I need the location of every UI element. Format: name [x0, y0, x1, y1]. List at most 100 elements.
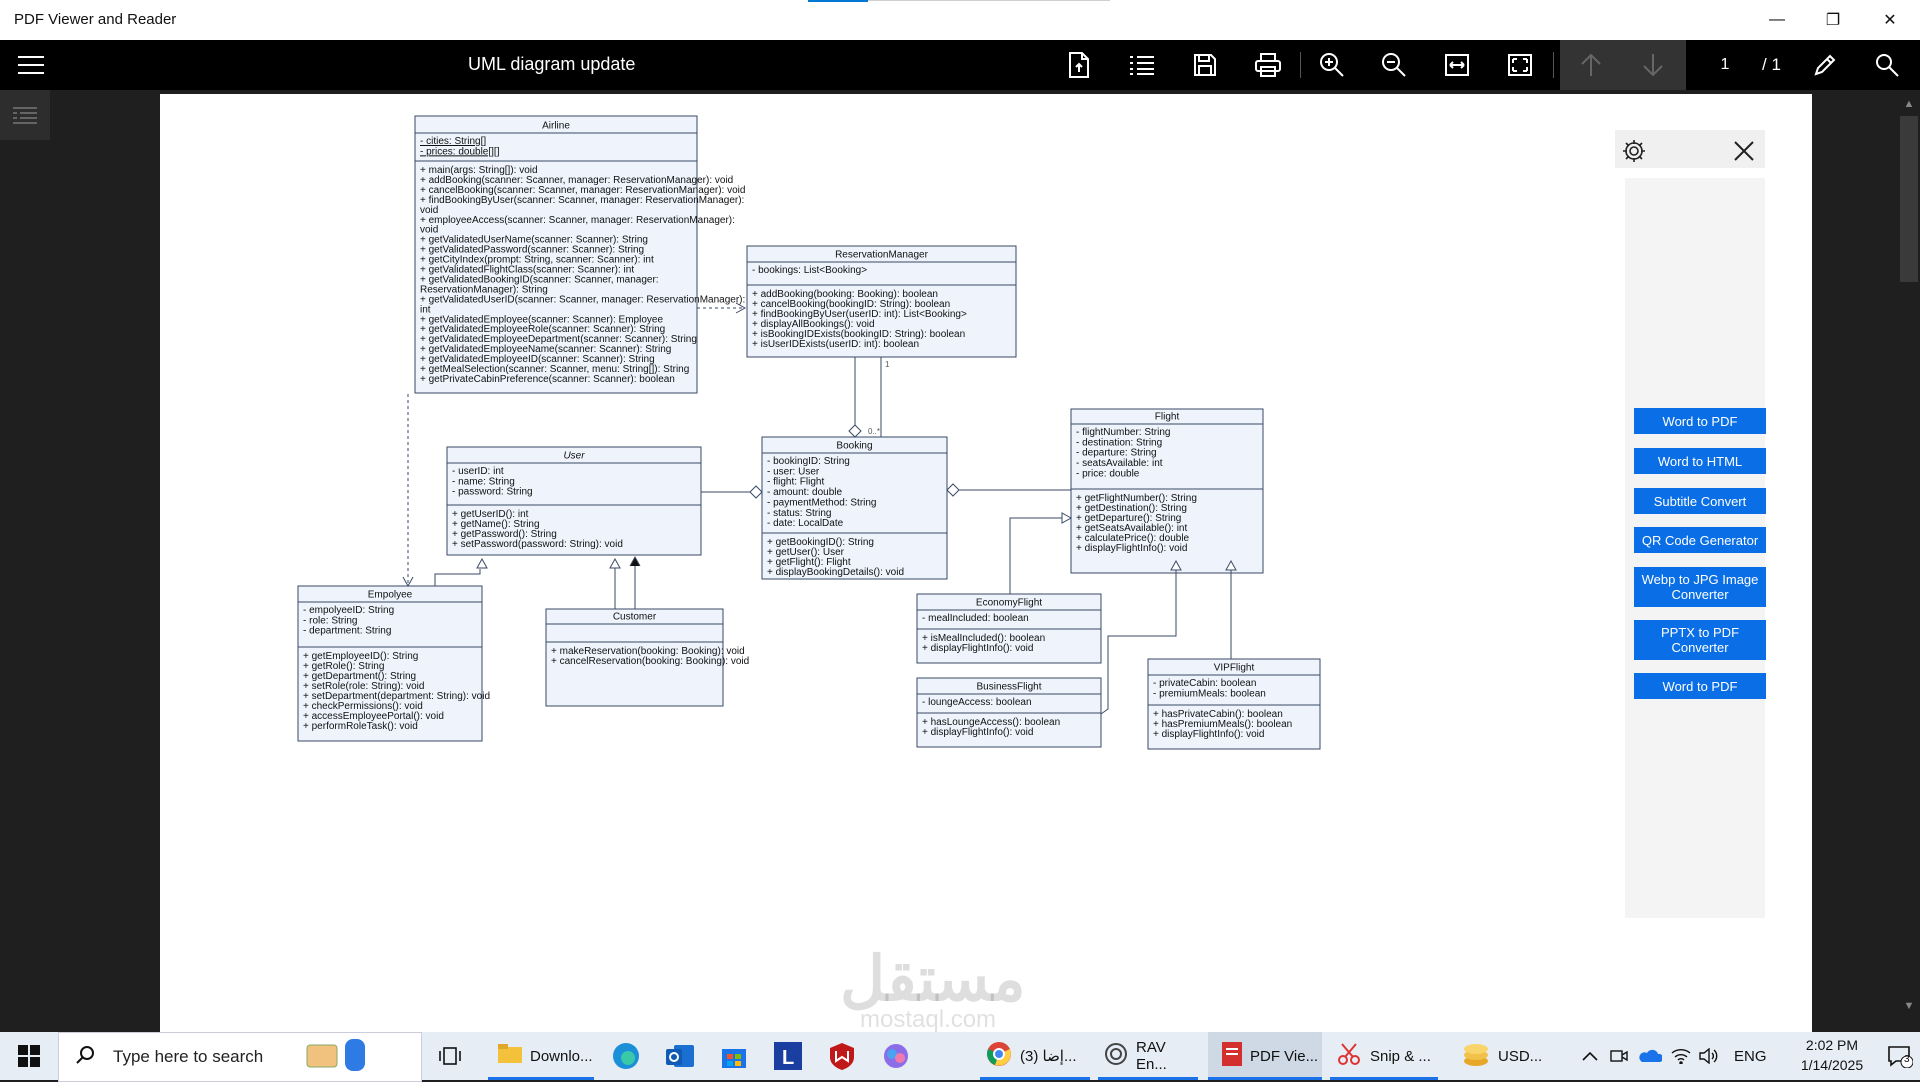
meet-now-icon[interactable] — [1606, 1032, 1632, 1080]
page-number-input[interactable]: 1 — [1690, 40, 1760, 90]
save-icon[interactable] — [1180, 40, 1230, 90]
uml-attribute: - bookings: List<Booking> — [752, 265, 867, 276]
taskbar-item-label: PDF Vie... — [1250, 1047, 1319, 1065]
uml-method: + displayBookingDetails(): void — [767, 567, 904, 578]
title-accent — [808, 0, 868, 2]
window-title: PDF Viewer and Reader — [14, 11, 177, 28]
separator — [1300, 52, 1301, 78]
notification-count: 3 — [1904, 1054, 1910, 1065]
uml-attribute: - empolyeeID: String — [303, 605, 394, 616]
clock-date: 1/14/2025 — [1800, 1057, 1864, 1073]
wifi-icon[interactable] — [1668, 1032, 1694, 1080]
taskbar-rav[interactable]: RAV En... — [1098, 1032, 1198, 1080]
outlook-icon[interactable] — [658, 1032, 702, 1080]
search-icon[interactable] — [1862, 40, 1912, 90]
uml-attribute: - cities: String[] — [420, 136, 486, 147]
taskbar: Type here to search Downlo... L (3) إضا.… — [0, 1032, 1920, 1082]
generalization-arrow — [1061, 512, 1073, 524]
multiplicity-many: 0..* — [868, 427, 880, 436]
copilot-icon[interactable] — [874, 1032, 918, 1080]
qr-code-generator-button[interactable]: QR Code Generator — [1634, 527, 1766, 553]
edge-icon[interactable] — [604, 1032, 648, 1080]
uml-attribute: - user: User — [767, 466, 820, 477]
uml-attribute: - price: double — [1076, 468, 1140, 479]
minimize-button[interactable]: — — [1750, 0, 1804, 40]
clock[interactable]: 2:02 PM 1/14/2025 — [1784, 1035, 1880, 1075]
maximize-button[interactable]: ❐ — [1806, 0, 1860, 40]
uml-method: + displayFlightInfo(): void — [922, 643, 1033, 654]
taskbar-file-explorer[interactable]: Downlo... — [488, 1032, 594, 1080]
generalization-economy-flight — [1009, 517, 1062, 594]
pen-icon[interactable] — [1800, 40, 1850, 90]
search-icon — [75, 1045, 95, 1070]
subtitle-convert-button[interactable]: Subtitle Convert — [1634, 488, 1766, 514]
taskbar-item-label: (3) إضا... — [1020, 1048, 1077, 1065]
aggregation-diamond — [749, 485, 763, 499]
uml-diagram: Airline - cities: String[]- prices: doubl… — [297, 115, 1321, 750]
uml-attribute: - seatsAvailable: int — [1076, 458, 1163, 469]
mcafee-icon[interactable] — [820, 1032, 864, 1080]
windows-start-icon[interactable] — [0, 1032, 58, 1080]
uml-attribute: - flightNumber: String — [1076, 427, 1170, 438]
scroll-down-icon[interactable]: ▼ — [1898, 996, 1920, 1016]
language-indicator[interactable]: ENG — [1734, 1032, 1774, 1080]
association-arrowhead — [629, 555, 641, 567]
taskbar-usd[interactable]: USD... — [1456, 1032, 1566, 1080]
uml-attribute: - privateCabin: boolean — [1153, 678, 1256, 689]
taskbar-item-label: USD... — [1498, 1047, 1543, 1065]
coins-icon — [1462, 1041, 1490, 1071]
page-total: / 1 — [1762, 55, 1781, 74]
left-sidebar — [0, 90, 50, 1032]
l-app-icon[interactable]: L — [766, 1032, 810, 1080]
uml-attribute: - role: String — [303, 615, 357, 626]
generalization-arrow — [609, 557, 621, 569]
gear-icon[interactable] — [1621, 138, 1647, 169]
uml-method: + employeeAccess(scanner: Scanner, manag… — [420, 215, 735, 226]
open-file-icon[interactable] — [1054, 40, 1104, 90]
close-button[interactable]: ✕ — [1863, 0, 1917, 40]
search-box[interactable]: Type here to search — [58, 1032, 422, 1082]
scroll-up-icon[interactable]: ▲ — [1898, 94, 1920, 114]
volume-icon[interactable] — [1696, 1032, 1722, 1080]
taskbar-item-label: RAV En... — [1136, 1039, 1167, 1073]
notification-icon[interactable]: 3 — [1880, 1032, 1920, 1080]
store-icon[interactable] — [712, 1032, 756, 1080]
svg-text:L: L — [782, 1047, 794, 1069]
word-to-html-button[interactable]: Word to HTML — [1634, 448, 1766, 474]
word-to-pdf-button[interactable]: Word to PDF — [1634, 408, 1766, 434]
folder-icon — [498, 1044, 522, 1068]
zoom-out-icon[interactable] — [1369, 40, 1419, 90]
title-accent-line — [868, 0, 1110, 1]
fit-width-icon[interactable] — [1432, 40, 1482, 90]
uml-attribute: - premiumMeals: boolean — [1153, 688, 1266, 699]
arrow-up-icon[interactable] — [1566, 40, 1616, 90]
zoom-in-icon[interactable] — [1307, 40, 1357, 90]
close-panel-icon[interactable] — [1733, 140, 1755, 167]
outline-icon[interactable] — [0, 90, 50, 140]
rav-icon — [1104, 1042, 1128, 1070]
onedrive-icon[interactable] — [1636, 1032, 1664, 1080]
taskbar-item-label: Downlo... — [530, 1047, 593, 1065]
vertical-scrollbar[interactable]: ▲ ▼ — [1898, 94, 1920, 1032]
word-to-pdf-button-2[interactable]: Word to PDF — [1634, 673, 1766, 699]
taskbar-chrome[interactable]: (3) إضا... — [980, 1032, 1090, 1080]
uml-class-name: VIPFlight — [1214, 663, 1255, 674]
uml-attribute: - destination: String — [1076, 437, 1162, 448]
aggregation-diamond — [848, 424, 862, 438]
chevron-up-icon[interactable] — [1578, 1032, 1602, 1080]
taskbar-pdf-viewer[interactable]: PDF Vie... — [1208, 1032, 1322, 1080]
menu-icon[interactable] — [0, 40, 62, 90]
fullscreen-icon[interactable] — [1495, 40, 1545, 90]
uml-method: + getValidatedUserID(scanner: Scanner, m… — [420, 294, 745, 305]
uml-attribute: - flight: Flight — [767, 477, 824, 488]
scroll-thumb[interactable] — [1900, 116, 1918, 282]
pdf-page: Airline - cities: String[] - prices: doubl… — [160, 94, 1812, 1032]
webp-to-jpg-button[interactable]: Webp to JPG Image Converter — [1634, 567, 1766, 607]
print-icon[interactable] — [1243, 40, 1293, 90]
taskbar-snip[interactable]: Snip & ... — [1330, 1032, 1438, 1080]
pptx-to-pdf-button[interactable]: PPTX to PDF Converter — [1634, 620, 1766, 660]
task-view-icon[interactable] — [430, 1032, 470, 1080]
arrow-down-icon[interactable] — [1628, 40, 1678, 90]
list-icon[interactable] — [1117, 40, 1167, 90]
generalization-employee-user — [434, 569, 481, 586]
